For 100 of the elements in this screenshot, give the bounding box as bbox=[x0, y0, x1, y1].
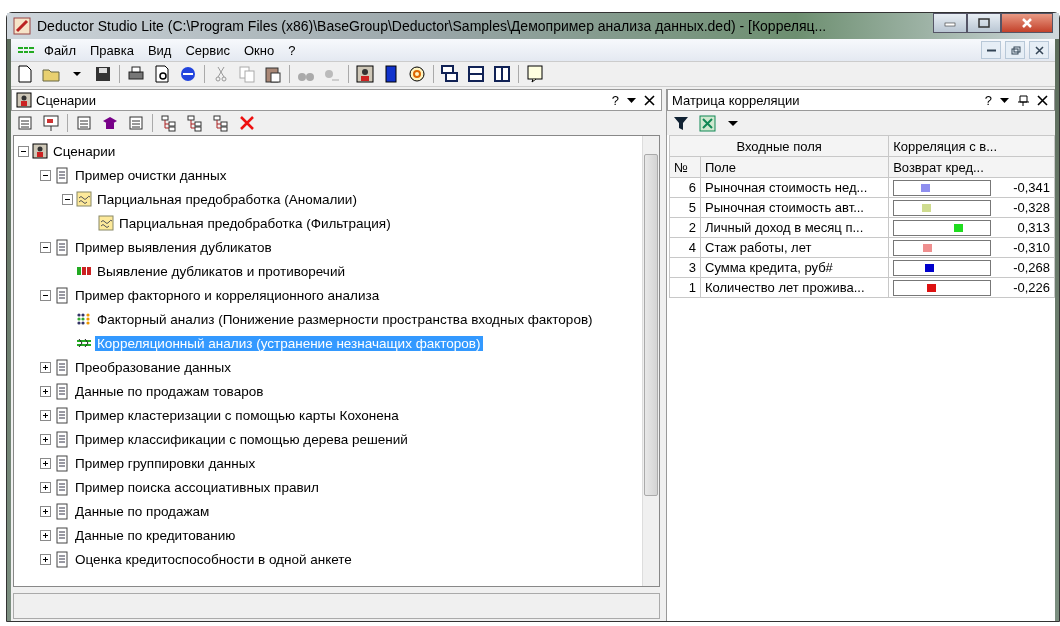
expand-icon[interactable] bbox=[40, 433, 51, 445]
dropdown-button[interactable] bbox=[625, 97, 638, 103]
close-icon bbox=[1033, 44, 1045, 56]
collapse-icon[interactable] bbox=[18, 145, 29, 157]
document-icon bbox=[54, 358, 70, 376]
column-header[interactable]: Входные поля bbox=[669, 135, 889, 157]
tree-item[interactable]: Данные по продажам товаров bbox=[73, 383, 266, 399]
expand-icon[interactable] bbox=[40, 409, 51, 421]
collapse-icon[interactable] bbox=[40, 289, 51, 301]
column-header[interactable]: № bbox=[669, 156, 701, 178]
collapse-icon[interactable] bbox=[62, 193, 73, 205]
tree-item[interactable]: Оценка кредитоспособности в одной анкете bbox=[73, 551, 354, 567]
help-button[interactable]: ? bbox=[982, 92, 994, 108]
tree-item[interactable]: Парциальная предобработка (Аномалии) bbox=[95, 191, 359, 207]
table-cell: 2 bbox=[669, 217, 701, 238]
table-cell: -0,268 bbox=[1012, 260, 1050, 275]
table-cell: Сумма кредита, руб# bbox=[700, 257, 889, 278]
tree-item[interactable]: Пример кластеризации с помощью карты Кохонена bbox=[73, 407, 401, 423]
portrait-icon[interactable] bbox=[355, 64, 375, 84]
menu-item[interactable]: Файл bbox=[39, 42, 81, 58]
expand-icon[interactable] bbox=[40, 481, 51, 493]
scrollbar[interactable] bbox=[642, 136, 659, 586]
save-icon[interactable] bbox=[93, 64, 113, 84]
expand-icon[interactable] bbox=[40, 361, 51, 373]
presentation-icon[interactable] bbox=[42, 114, 60, 132]
minimize-button[interactable] bbox=[933, 13, 967, 33]
document-icon bbox=[54, 286, 70, 304]
panel-close-button[interactable] bbox=[642, 94, 657, 106]
maximize-icon bbox=[978, 18, 990, 28]
window-title: Deductor Studio Lite (C:\Program Files (x86)\BaseGroup\Deductor\Samples\Демопример анализа данных.ded) - [Корреляц... bbox=[37, 18, 828, 34]
menu-item[interactable]: ? bbox=[283, 42, 301, 58]
table-cell: -0,341 bbox=[1012, 180, 1050, 195]
print-preview-icon[interactable] bbox=[152, 64, 172, 84]
table-cell: 3 bbox=[669, 257, 701, 278]
collapse-icon[interactable] bbox=[40, 241, 51, 253]
collapse-icon[interactable] bbox=[40, 169, 51, 181]
table-cell: 1 bbox=[669, 277, 701, 298]
new-file-icon[interactable] bbox=[15, 64, 35, 84]
column-header[interactable]: Корреляция с в... bbox=[888, 135, 1055, 157]
expand-icon[interactable] bbox=[40, 505, 51, 517]
tree-item[interactable]: Выявление дубликатов и противоречий bbox=[95, 263, 347, 279]
tree-item[interactable]: Пример группировки данных bbox=[73, 455, 258, 471]
document-icon bbox=[54, 406, 70, 424]
close-icon bbox=[1037, 94, 1048, 106]
tile-horizontal-icon[interactable] bbox=[466, 64, 486, 84]
chart-icon bbox=[98, 214, 114, 232]
tree-node-icon[interactable] bbox=[186, 114, 204, 132]
help-icon[interactable] bbox=[525, 64, 545, 84]
expand-icon[interactable] bbox=[40, 457, 51, 469]
menu-item[interactable]: Сервис bbox=[180, 42, 235, 58]
tree-item[interactable]: Данные по продажам bbox=[73, 503, 212, 519]
mdi-minimize-button[interactable] bbox=[981, 41, 1001, 59]
tree-item[interactable]: Сценарии bbox=[51, 143, 118, 159]
tree-node-icon[interactable] bbox=[212, 114, 230, 132]
tree-item[interactable]: Пример выявления дубликатов bbox=[73, 239, 274, 255]
pin-button[interactable] bbox=[1015, 94, 1031, 106]
tile-vertical-icon[interactable] bbox=[492, 64, 512, 84]
tree-item[interactable]: Парциальная предобработка (Фильтрация) bbox=[117, 215, 393, 231]
table-cell: -0,328 bbox=[1012, 200, 1050, 215]
table-cell: Стаж работы, лет bbox=[700, 237, 889, 258]
tree-node-icon[interactable] bbox=[160, 114, 178, 132]
caret-icon bbox=[627, 97, 636, 103]
dropdown-button[interactable] bbox=[998, 97, 1011, 103]
table-cell: Рыночная стоимость нед... bbox=[700, 177, 889, 198]
spreadsheet-icon[interactable] bbox=[698, 114, 716, 132]
expand-icon[interactable] bbox=[40, 553, 51, 565]
tree-item[interactable]: Пример классификации с помощью дерева решений bbox=[73, 431, 410, 447]
menu-item[interactable]: Окно bbox=[238, 42, 280, 58]
table-cell: Рыночная стоимость авт... bbox=[700, 197, 889, 218]
chart-icon bbox=[76, 190, 92, 208]
windows-cascade-icon[interactable] bbox=[440, 64, 460, 84]
document-icon bbox=[54, 238, 70, 256]
mdi-close-button[interactable] bbox=[1029, 41, 1049, 59]
table-cell: Личный доход в месяц п... bbox=[700, 217, 889, 238]
panel-title: Матрица корреляции bbox=[672, 92, 801, 108]
tree-item[interactable]: Факторный анализ (Понижение размерности пространства входных факторов) bbox=[95, 311, 595, 327]
document-icon bbox=[54, 478, 70, 496]
menu-item[interactable]: Правка bbox=[84, 42, 139, 58]
tree-item[interactable]: Преобразование данных bbox=[73, 359, 233, 375]
caret-icon bbox=[1000, 97, 1009, 103]
expand-icon[interactable] bbox=[40, 385, 51, 397]
close-button[interactable] bbox=[1001, 13, 1053, 33]
menu-item[interactable]: Вид bbox=[142, 42, 177, 58]
expand-icon[interactable] bbox=[40, 529, 51, 541]
mdi-restore-button[interactable] bbox=[1005, 41, 1025, 59]
filter-icon[interactable] bbox=[672, 114, 690, 132]
tree-item[interactable]: Пример очистки данных bbox=[73, 167, 229, 183]
maximize-button[interactable] bbox=[967, 13, 1001, 33]
tree-item[interactable]: Данные по кредитованию bbox=[73, 527, 238, 543]
properties-icon[interactable] bbox=[16, 114, 34, 132]
app-icon bbox=[13, 17, 31, 35]
tree-item[interactable]: Пример факторного и корреляционного анализа bbox=[73, 287, 382, 303]
tree-item[interactable]: Пример поиска ассоциативных правил bbox=[73, 479, 321, 495]
close-icon bbox=[644, 94, 655, 106]
panel-title: Сценарии bbox=[36, 92, 98, 108]
paste-icon[interactable] bbox=[263, 64, 283, 84]
delete-icon[interactable] bbox=[238, 114, 256, 132]
panel-close-button[interactable] bbox=[1035, 94, 1050, 106]
help-button[interactable]: ? bbox=[609, 92, 621, 108]
document-icon bbox=[54, 382, 70, 400]
